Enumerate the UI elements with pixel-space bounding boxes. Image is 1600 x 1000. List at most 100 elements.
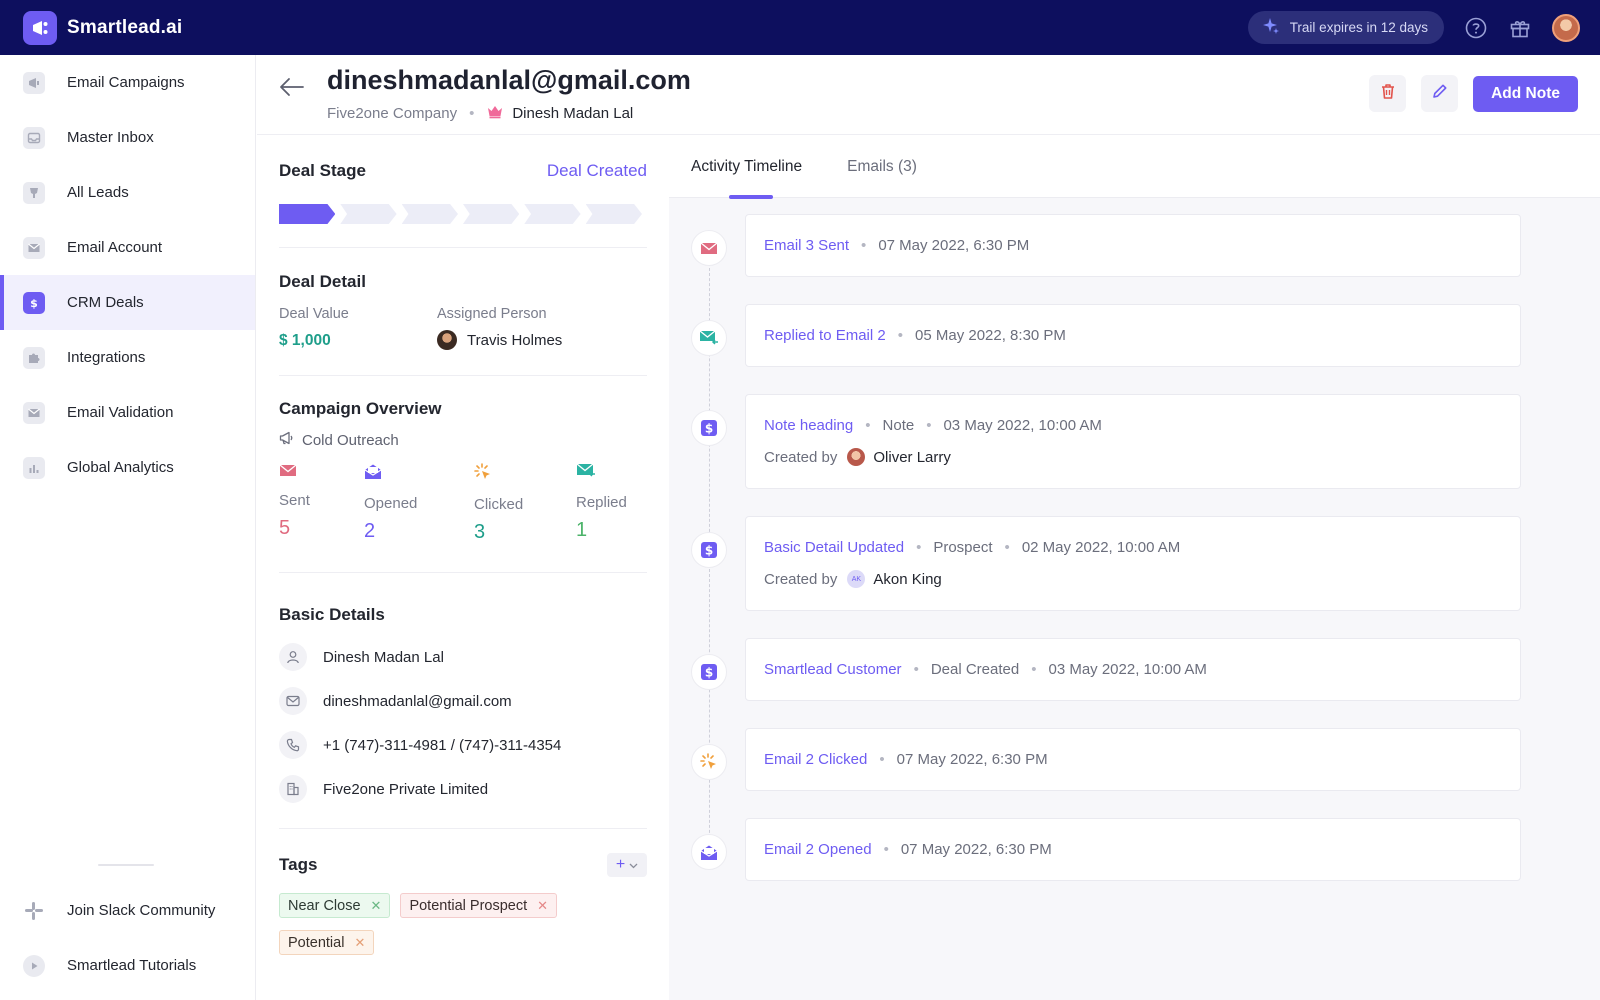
timeline-title[interactable]: Basic Detail Updated [764,539,904,556]
help-icon[interactable] [1464,16,1488,40]
sidebar-item-email-validation[interactable]: Email Validation [0,385,255,440]
email-opened-icon [691,834,727,870]
sidebar-item-label: Master Inbox [67,129,154,146]
timeline-title[interactable]: Smartlead Customer [764,661,902,678]
tab-activity-timeline[interactable]: Activity Timeline [691,136,802,199]
separator-dot: • [913,661,919,678]
sidebar-item-email-campaigns[interactable]: Email Campaigns [0,55,255,110]
tag-label: Near Close [288,897,361,914]
back-arrow-icon[interactable] [277,72,307,102]
close-icon[interactable]: ✕ [354,935,365,951]
campaign-name[interactable]: Cold Outreach [279,431,647,449]
activity-timeline: Email 3 Sent • 07 May 2022, 6:30 PM Repl… [669,198,1600,881]
timeline-card[interactable]: Email 3 Sent • 07 May 2022, 6:30 PM [745,214,1521,277]
delete-button[interactable] [1369,75,1407,112]
stat-value: 2 [364,520,376,542]
stage-step[interactable] [340,204,397,224]
timeline-card[interactable]: Replied to Email 2 • 05 May 2022, 8:30 P… [745,304,1521,367]
top-bar: Smartlead.ai Trail expires in 12 days [0,0,1600,55]
timeline-card[interactable]: Note heading • Note • 03 May 2022, 10:00… [745,394,1521,489]
close-icon[interactable]: ✕ [371,898,382,914]
dollar-icon: $ [691,410,727,446]
edit-button[interactable] [1421,75,1459,112]
stage-step[interactable] [462,204,520,224]
brand[interactable]: Smartlead.ai [23,10,183,45]
creator-name[interactable]: Akon King [873,571,941,588]
sidebar-item-label: CRM Deals [67,294,144,311]
separator-dot: • [897,327,903,344]
sidebar: Email Campaigns Master Inbox All Leads E… [0,55,256,1000]
tag[interactable]: Potential ✕ [279,930,375,955]
stage-step[interactable] [401,204,458,224]
leads-icon [23,181,45,204]
deal-stage-section: Deal Stage Deal Created [279,161,647,248]
contact-name: Dinesh Madan Lal [323,648,444,666]
megaphone-icon [279,431,295,449]
sidebar-item-global-analytics[interactable]: Global Analytics [0,440,255,495]
timeline-card[interactable]: Smartlead Customer • Deal Created • 03 M… [745,638,1521,701]
separator-dot: • [883,841,889,858]
stage-step[interactable] [524,204,581,224]
stat-sent: Sent 5 [279,463,364,544]
stat-value: 1 [576,519,588,541]
email-replied-icon [691,320,727,356]
campaign-overview-section: Campaign Overview Cold Outreach Sent 5 O… [279,399,647,573]
sidebar-item-label: All Leads [67,184,129,201]
timeline-title[interactable]: Email 2 Clicked [764,751,867,768]
user-avatar[interactable] [1552,13,1580,42]
sidebar-item-email-account[interactable]: Email Account [0,220,255,275]
sidebar-item-label: Email Validation [67,404,174,421]
add-note-button[interactable]: Add Note [1473,75,1578,112]
creator-name[interactable]: Oliver Larry [873,449,951,466]
sidebar-item-master-inbox[interactable]: Master Inbox [0,110,255,165]
sidebar-item-integrations[interactable]: Integrations [0,330,255,385]
tag[interactable]: Near Close ✕ [279,893,391,918]
sidebar-item-join-slack[interactable]: Join Slack Community [0,883,256,938]
sidebar-item-label: Join Slack Community [67,902,216,919]
email-sent-icon [691,230,727,266]
stat-label: Sent [279,492,310,509]
tag-label: Potential Prospect [409,897,528,914]
tag[interactable]: Potential Prospect ✕ [400,893,558,918]
timeline-timestamp: 07 May 2022, 6:30 PM [896,751,1048,768]
deal-info-panel: Deal Stage Deal Created Deal Detail Deal… [257,136,669,1000]
timeline-item: Email 2 Opened • 07 May 2022, 6:30 PM [691,818,1600,881]
contact-email[interactable]: dineshmadanlal@gmail.com [323,693,512,710]
timeline-title[interactable]: Note heading [764,417,853,434]
contact-person: Dinesh Madan Lal [512,104,634,122]
stage-step[interactable] [585,204,642,224]
sidebar-item-label: Smartlead Tutorials [67,957,197,974]
assigned-person-name[interactable]: Travis Holmes [467,332,562,349]
gift-icon[interactable] [1508,16,1532,40]
avatar [437,330,457,350]
stat-value: 3 [474,521,486,543]
deal-stage-status[interactable]: Deal Created [547,161,647,181]
sidebar-item-all-leads[interactable]: All Leads [0,165,255,220]
stat-opened: Opened 2 [364,463,474,544]
timeline-card[interactable]: Email 2 Opened • 07 May 2022, 6:30 PM [745,818,1521,881]
crown-icon [486,103,504,123]
timeline-timestamp: 07 May 2022, 6:30 PM [900,841,1052,858]
tag-list: Near Close ✕ Potential Prospect ✕ Potentia… [279,893,647,967]
slack-icon [23,900,45,922]
timeline-title[interactable]: Email 2 Opened [764,841,872,858]
timeline-card[interactable]: Email 2 Clicked • 07 May 2022, 6:30 PM [745,728,1521,791]
trial-badge[interactable]: Trail expires in 12 days [1247,11,1444,44]
tab-emails[interactable]: Emails (3) [847,136,917,198]
timeline-title[interactable]: Email 3 Sent [764,237,849,254]
sidebar-item-crm-deals[interactable]: $ CRM Deals [0,275,255,330]
building-icon [279,775,307,803]
email-replied-icon [576,463,627,484]
sidebar-item-tutorials[interactable]: Smartlead Tutorials [0,938,256,993]
sparkle-icon [1262,17,1280,38]
stage-step[interactable] [279,204,336,224]
add-tag-button[interactable]: + [607,853,647,877]
deal-value-label: Deal Value [279,306,349,322]
contact-phone[interactable]: +1 (747)-311-4981 / (747)-311-4354 [323,737,561,754]
close-icon[interactable]: ✕ [537,898,548,914]
timeline-title[interactable]: Replied to Email 2 [764,327,886,344]
pencil-icon [1431,82,1449,105]
stage-progress [279,204,647,224]
timeline-card[interactable]: Basic Detail Updated • Prospect • 02 May… [745,516,1521,611]
brand-name: Smartlead.ai [67,16,183,38]
